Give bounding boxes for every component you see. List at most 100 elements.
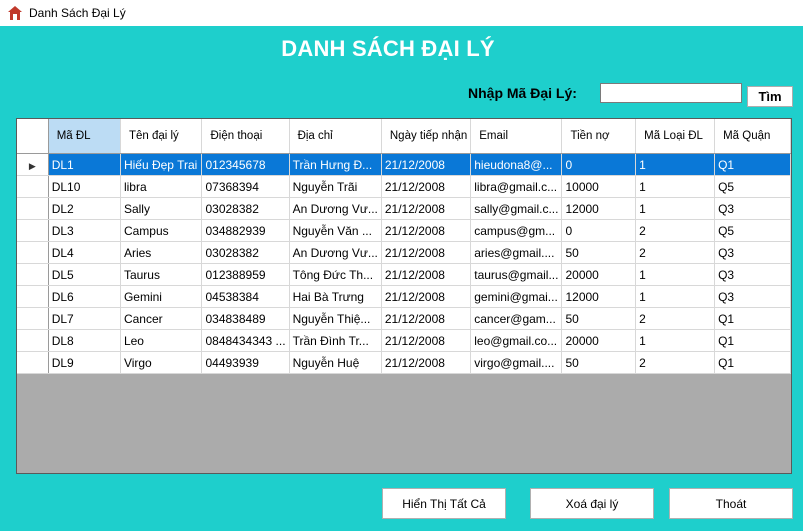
- table-cell[interactable]: DL7: [48, 307, 121, 330]
- table-cell[interactable]: Nguyễn Trãi: [289, 175, 382, 198]
- table-row[interactable]: DL2 Sally 03028382 An Dương Vư... 21/12/2008…: [17, 197, 791, 220]
- table-cell[interactable]: 10000: [561, 175, 637, 198]
- table-cell[interactable]: 20000: [561, 329, 637, 352]
- table-cell[interactable]: 2: [635, 307, 716, 330]
- table-cell[interactable]: Aries: [120, 241, 203, 264]
- table-cell[interactable]: 03028382: [201, 197, 290, 220]
- table-cell[interactable]: DL8: [48, 329, 121, 352]
- table-cell[interactable]: 12000: [561, 285, 637, 308]
- table-cell[interactable]: 12000: [561, 197, 637, 220]
- table-cell[interactable]: Q3: [714, 263, 791, 286]
- table-cell[interactable]: campus@gm...: [470, 219, 563, 242]
- table-row[interactable]: DL5 Taurus 012388959 Tông Đức Th... 21/12/20…: [17, 263, 791, 286]
- table-cell[interactable]: 21/12/2008: [381, 329, 472, 352]
- table-cell[interactable]: 03028382: [201, 241, 290, 264]
- table-cell[interactable]: 21/12/2008: [381, 351, 472, 374]
- table-cell[interactable]: 034882939: [201, 219, 290, 242]
- table-cell[interactable]: 0: [561, 153, 637, 176]
- column-header[interactable]: Mã ĐL: [48, 119, 121, 154]
- table-cell[interactable]: taurus@gmail...: [470, 263, 563, 286]
- show-all-button[interactable]: Hiển Thị Tất Cả: [382, 488, 506, 519]
- table-cell[interactable]: 20000: [561, 263, 637, 286]
- table-cell[interactable]: gemini@gmai...: [470, 285, 563, 308]
- table-cell[interactable]: 07368394: [201, 175, 290, 198]
- table-cell[interactable]: 2: [635, 219, 716, 242]
- table-cell[interactable]: 2: [635, 351, 716, 374]
- table-cell[interactable]: Q1: [714, 307, 791, 330]
- table-cell[interactable]: Campus: [120, 219, 203, 242]
- table-cell[interactable]: DL9: [48, 351, 121, 374]
- table-row[interactable]: DL10 libra 07368394 Nguyễn Trãi 21/12/2008 li…: [17, 175, 791, 198]
- table-cell[interactable]: 04493939: [201, 351, 290, 374]
- row-header[interactable]: [17, 219, 49, 242]
- table-cell[interactable]: Trần Hưng Đ...: [289, 153, 382, 176]
- table-cell[interactable]: DL2: [48, 197, 121, 220]
- table-cell[interactable]: DL6: [48, 285, 121, 308]
- table-cell[interactable]: DL10: [48, 175, 121, 198]
- row-header[interactable]: [17, 241, 49, 264]
- table-cell[interactable]: cancer@gam...: [470, 307, 563, 330]
- column-header[interactable]: Điện thoại: [201, 119, 290, 154]
- column-header[interactable]: Tên đại lý: [120, 119, 203, 154]
- table-cell[interactable]: 04538384: [201, 285, 290, 308]
- table-cell[interactable]: sally@gmail.c...: [470, 197, 563, 220]
- table-cell[interactable]: Q1: [714, 153, 791, 176]
- table-cell[interactable]: 21/12/2008: [381, 263, 472, 286]
- table-cell[interactable]: Q1: [714, 329, 791, 352]
- table-cell[interactable]: 0: [561, 219, 637, 242]
- column-header[interactable]: Tiền nợ: [561, 119, 637, 154]
- column-header[interactable]: Mã Quận: [714, 119, 791, 154]
- table-cell[interactable]: Nguyễn Văn ...: [289, 219, 382, 242]
- table-cell[interactable]: An Dương Vư...: [289, 241, 382, 264]
- table-cell[interactable]: Nguyễn Thiệ...: [289, 307, 382, 330]
- table-cell[interactable]: Nguyễn Huệ: [289, 351, 382, 374]
- column-header[interactable]: Mã Loại ĐL: [635, 119, 716, 154]
- table-row[interactable]: DL7 Cancer 034838489 Nguyễn Thiệ... 21/12/20…: [17, 307, 791, 330]
- table-cell[interactable]: 1: [635, 197, 716, 220]
- table-cell[interactable]: 50: [561, 307, 637, 330]
- table-cell[interactable]: libra: [120, 175, 203, 198]
- search-button[interactable]: Tìm: [747, 86, 793, 107]
- table-cell[interactable]: 50: [561, 351, 637, 374]
- row-header[interactable]: [17, 285, 49, 308]
- table-cell[interactable]: 21/12/2008: [381, 219, 472, 242]
- table-cell[interactable]: DL3: [48, 219, 121, 242]
- delete-agent-button[interactable]: Xoá đại lý: [530, 488, 654, 519]
- table-cell[interactable]: Q1: [714, 351, 791, 374]
- table-cell[interactable]: 0848434343 ...: [201, 329, 290, 352]
- agent-data-grid[interactable]: Mã ĐL Tên đại lý Điện thoại Địa chỉ Ngày tiế…: [16, 118, 792, 474]
- table-cell[interactable]: Q3: [714, 241, 791, 264]
- row-header[interactable]: [17, 351, 49, 374]
- table-cell[interactable]: 2: [635, 241, 716, 264]
- table-cell[interactable]: 50: [561, 241, 637, 264]
- table-row[interactable]: DL9 Virgo 04493939 Nguyễn Huệ 21/12/2008 virg…: [17, 351, 791, 374]
- row-header[interactable]: [17, 175, 49, 198]
- table-cell[interactable]: Sally: [120, 197, 203, 220]
- table-cell[interactable]: DL5: [48, 263, 121, 286]
- table-cell[interactable]: DL1: [48, 153, 121, 176]
- table-cell[interactable]: An Dương Vư...: [289, 197, 382, 220]
- exit-button[interactable]: Thoát: [669, 488, 793, 519]
- table-cell[interactable]: DL4: [48, 241, 121, 264]
- table-cell[interactable]: hieudona8@...: [470, 153, 563, 176]
- table-row[interactable]: DL3 Campus 034882939 Nguyễn Văn ... 21/12/20…: [17, 219, 791, 242]
- table-cell[interactable]: Gemini: [120, 285, 203, 308]
- table-cell[interactable]: libra@gmail.c...: [470, 175, 563, 198]
- table-cell[interactable]: virgo@gmail....: [470, 351, 563, 374]
- table-cell[interactable]: 034838489: [201, 307, 290, 330]
- column-header[interactable]: Ngày tiếp nhận: [381, 119, 472, 154]
- table-cell[interactable]: Virgo: [120, 351, 203, 374]
- table-cell[interactable]: 1: [635, 175, 716, 198]
- table-row[interactable]: DL6 Gemini 04538384 Hai Bà Trưng 21/12/2008 g…: [17, 285, 791, 308]
- table-cell[interactable]: Cancer: [120, 307, 203, 330]
- table-cell[interactable]: 012345678: [201, 153, 290, 176]
- table-row[interactable]: DL4 Aries 03028382 An Dương Vư... 21/12/2008…: [17, 241, 791, 264]
- table-cell[interactable]: 21/12/2008: [381, 285, 472, 308]
- table-cell[interactable]: Q3: [714, 285, 791, 308]
- table-cell[interactable]: 21/12/2008: [381, 241, 472, 264]
- row-header[interactable]: [17, 197, 49, 220]
- row-header[interactable]: [17, 307, 49, 330]
- table-cell[interactable]: 21/12/2008: [381, 175, 472, 198]
- table-cell[interactable]: 1: [635, 329, 716, 352]
- table-cell[interactable]: 012388959: [201, 263, 290, 286]
